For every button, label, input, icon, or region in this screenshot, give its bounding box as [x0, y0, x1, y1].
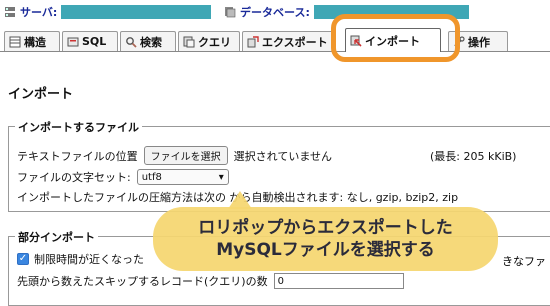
skip-label: 先頭から数えたスキップするレコード(クエリ)の数 [17, 275, 268, 288]
time-limit-checkbox[interactable]: ✓ [17, 253, 29, 265]
file-location-row: テキストファイルの位置 ファイルを選択 選択されていません [17, 146, 332, 165]
tab-label: 構造 [24, 35, 46, 49]
partial-import-legend: 部分インポート [15, 229, 98, 245]
tab-export[interactable]: エクスポート [242, 31, 334, 51]
skip-count-input[interactable]: 0 [273, 273, 404, 289]
instruction-callout: ロリポップからエクスポートした MySQLファイルを選択する [153, 207, 498, 271]
callout-line-2: MySQLファイルを選択する [216, 240, 435, 260]
database-label: データベース: [240, 6, 310, 19]
charset-label: ファイルの文字セット: [17, 171, 131, 184]
tab-sql[interactable]: SQL [62, 31, 118, 51]
server-icon [5, 7, 15, 17]
time-limit-text: 制限時間が近くなった [34, 253, 144, 266]
sql-icon [67, 37, 79, 46]
search-icon [126, 36, 137, 48]
max-size-text: (最長: 205 kKiB) [430, 150, 517, 163]
charset-value: utf8 [141, 171, 162, 183]
choose-file-button[interactable]: ファイルを選択 [143, 146, 228, 165]
tab-search[interactable]: 検索 [120, 31, 176, 51]
tab-label: クエリ [198, 35, 231, 49]
tab-bar: 構造 SQL 検索 クエリ エクスポート インポート 操作 [0, 26, 550, 52]
no-file-selected-text: 選択されていません [233, 149, 333, 163]
page-title: インポート [8, 87, 74, 102]
database-icon [225, 7, 236, 18]
server-label: サーバ: [20, 6, 58, 19]
top-breadcrumb-bar: サーバ: データベース: [0, 0, 550, 26]
chevron-down-icon: ▾ [218, 171, 224, 183]
time-limit-row: ✓ 制限時間が近くなった [17, 251, 144, 267]
skip-row: 先頭から数えたスキップするレコード(クエリ)の数 0 [17, 273, 404, 289]
tab-label: SQL [82, 35, 107, 48]
tab-label: 検索 [140, 35, 162, 49]
tab-structure[interactable]: 構造 [4, 31, 60, 51]
query-icon [183, 36, 195, 47]
charset-row: ファイルの文字セット: utf8 ▾ [17, 169, 229, 185]
server-crumb[interactable]: サーバ: [4, 4, 212, 20]
callout-line-1: ロリポップからエクスポートした [198, 218, 453, 238]
server-name-redacted [61, 5, 212, 19]
tab-label: 操作 [468, 35, 490, 49]
time-limit-tail-text: きなファ [502, 255, 546, 268]
export-icon [247, 35, 259, 47]
import-file-fieldset: インポートするファイル テキストファイルの位置 ファイルを選択 選択されていませ… [8, 119, 550, 212]
import-tab-highlight [331, 14, 460, 62]
file-location-label: テキストファイルの位置 [17, 149, 138, 163]
charset-select[interactable]: utf8 ▾ [136, 169, 229, 185]
tab-query[interactable]: クエリ [178, 31, 240, 51]
tab-label: エクスポート [262, 35, 328, 49]
structure-icon [9, 36, 21, 47]
import-file-legend: インポートするファイル [15, 119, 142, 135]
